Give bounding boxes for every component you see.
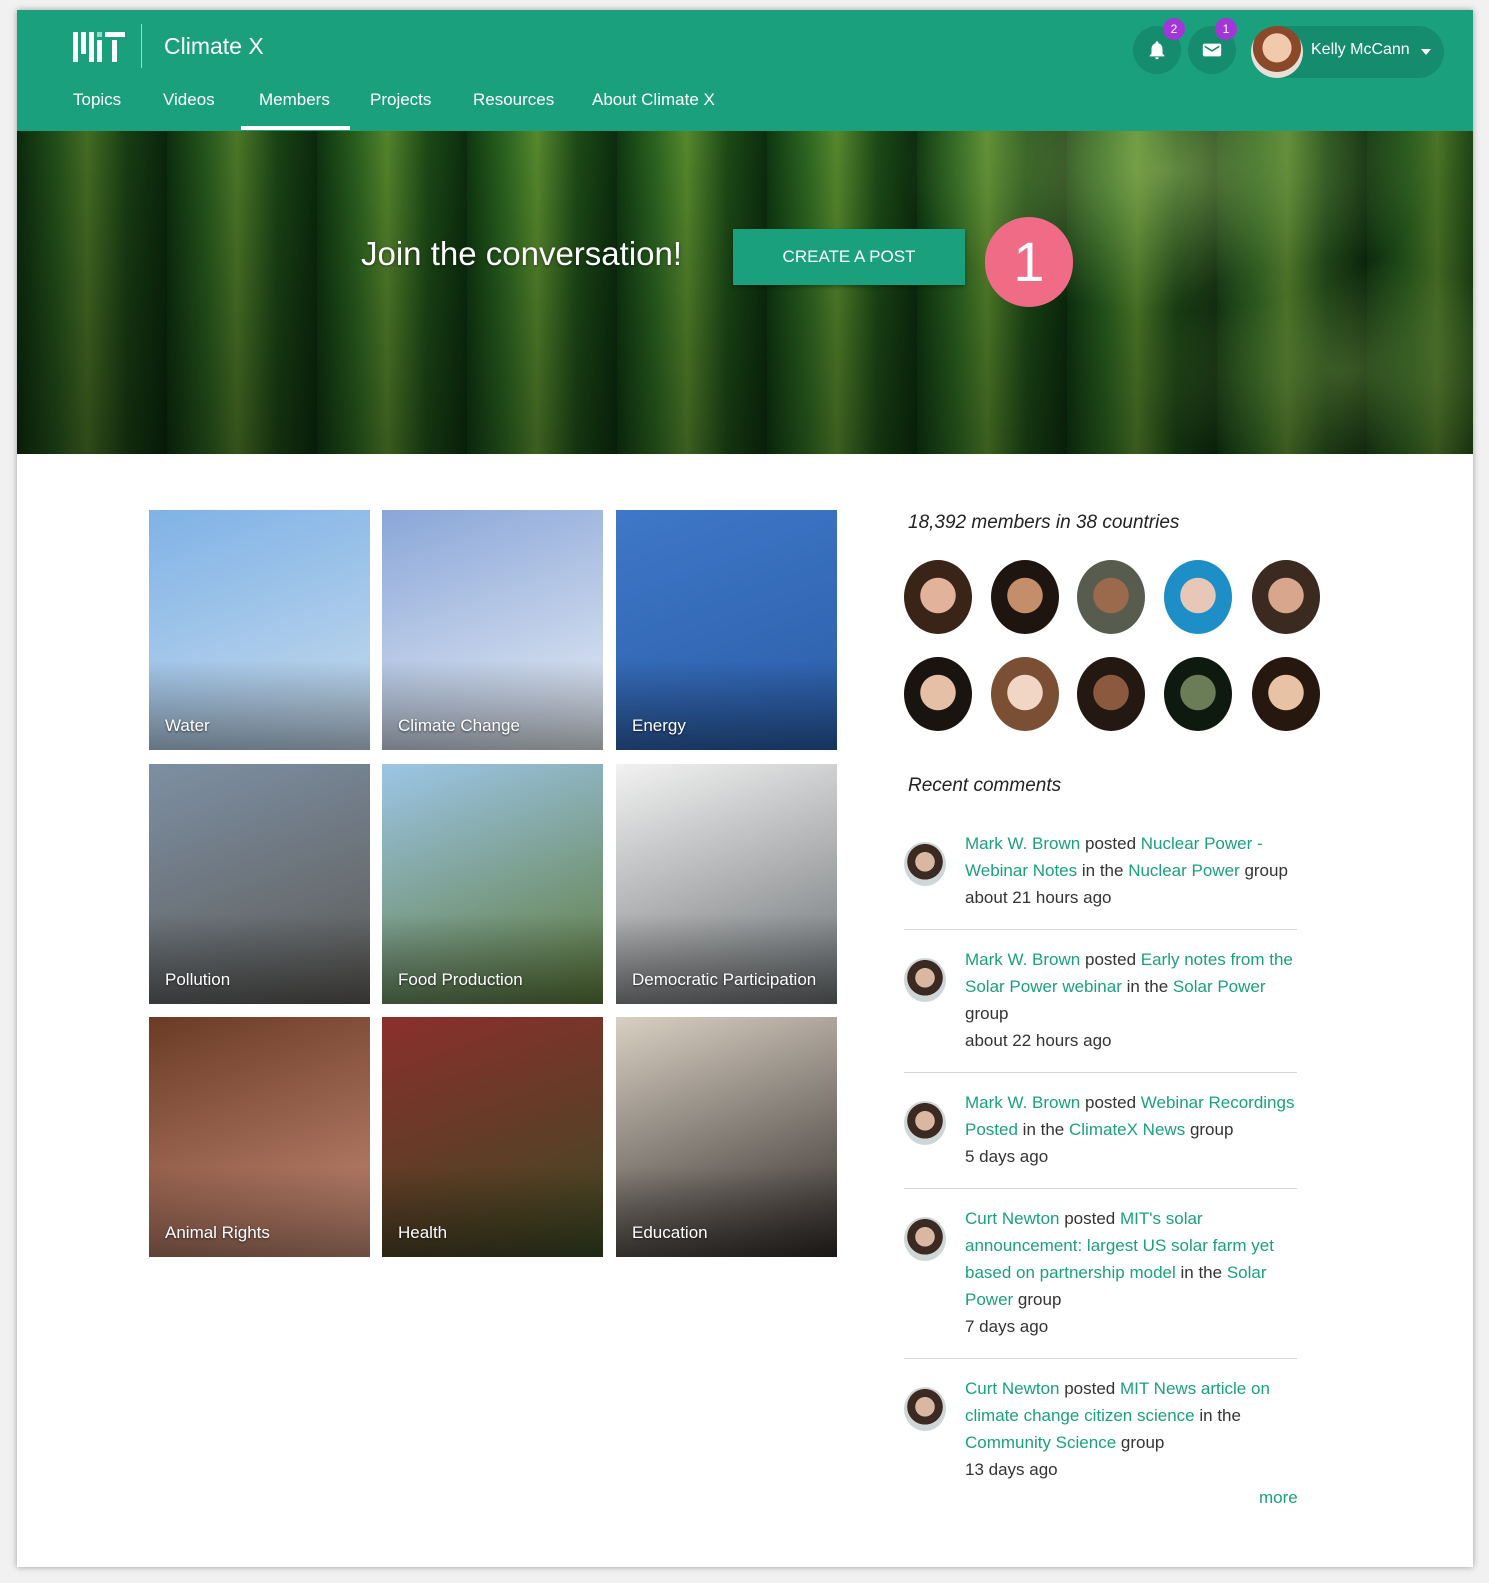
comment-time: 13 days ago xyxy=(965,1460,1058,1479)
hero-banner: Join the conversation! CREATE A POST 1 xyxy=(17,131,1473,454)
group-text: group xyxy=(1120,1433,1165,1452)
messages-button[interactable]: 1 xyxy=(1188,18,1237,74)
member-avatar[interactable] xyxy=(1252,657,1320,731)
topic-tile-democratic-participation[interactable]: Democratic Participation xyxy=(616,764,837,1004)
comment-text: Curt Newton posted MIT's solar announcem… xyxy=(965,1205,1295,1340)
nav-resources[interactable]: Resources xyxy=(473,90,554,110)
nav-projects[interactable]: Projects xyxy=(370,90,431,110)
comment-author-avatar[interactable] xyxy=(904,842,946,886)
posted-text: posted xyxy=(1084,1093,1137,1112)
page-frame: Climate X Topics Videos Members Projects… xyxy=(17,10,1473,1567)
posted-text: posted xyxy=(1064,1379,1116,1398)
topic-tile-label: Climate Change xyxy=(398,716,520,735)
chevron-down-icon xyxy=(1421,49,1431,55)
member-avatar[interactable] xyxy=(1252,560,1320,634)
comment-author-avatar[interactable] xyxy=(904,1217,946,1261)
comment-time: about 22 hours ago xyxy=(965,1031,1112,1050)
in-the-text: in the xyxy=(1126,977,1169,996)
comment-time: 7 days ago xyxy=(965,1317,1049,1336)
group-text: group xyxy=(1244,861,1288,880)
nav-videos[interactable]: Videos xyxy=(163,90,215,110)
app-title[interactable]: Climate X xyxy=(164,33,264,60)
posted-text: posted xyxy=(1064,1209,1116,1228)
in-the-text: in the xyxy=(1022,1120,1065,1139)
group-text: group xyxy=(1189,1120,1234,1139)
topic-tile-label: Food Production xyxy=(398,970,523,989)
hero-headline: Join the conversation! xyxy=(361,235,683,272)
topic-tile-food-production[interactable]: Food Production xyxy=(382,764,603,1004)
member-avatar[interactable] xyxy=(904,657,972,731)
topic-tile-climate-change[interactable]: Climate Change xyxy=(382,510,603,750)
topic-tile-education[interactable]: Education xyxy=(616,1017,837,1257)
member-avatar[interactable] xyxy=(1077,560,1145,634)
create-post-button[interactable]: CREATE A POST xyxy=(733,229,965,285)
member-avatar[interactable] xyxy=(904,560,972,634)
topic-tile-label: Energy xyxy=(632,716,686,735)
comment-author-link[interactable]: Mark W. Brown xyxy=(965,950,1080,969)
topic-tile-label: Education xyxy=(632,1223,708,1242)
comment-text: Mark W. Brown posted Webinar Recordings … xyxy=(965,1089,1295,1170)
topic-tile-label: Water xyxy=(165,716,210,735)
messages-badge: 1 xyxy=(1215,18,1237,40)
topic-tile-water[interactable]: Water xyxy=(149,510,370,750)
comment-text: Mark W. Brown posted Early notes from th… xyxy=(965,946,1295,1054)
member-avatar[interactable] xyxy=(991,657,1059,731)
comment-author-avatar[interactable] xyxy=(904,1101,946,1145)
comment-author-link[interactable]: Curt Newton xyxy=(965,1209,1059,1228)
comment-divider xyxy=(904,1188,1297,1189)
posted-text: posted xyxy=(1084,834,1137,853)
nav-topics[interactable]: Topics xyxy=(73,90,121,110)
nav-about[interactable]: About Climate X xyxy=(592,90,715,110)
bell-icon xyxy=(1149,41,1165,60)
comment-author-avatar[interactable] xyxy=(904,1387,946,1431)
member-avatar[interactable] xyxy=(1077,657,1145,731)
topic-tile-animal-rights[interactable]: Animal Rights xyxy=(149,1017,370,1257)
user-name: Kelly McCann xyxy=(1311,41,1410,58)
step-marker: 1 xyxy=(985,217,1073,307)
posted-text: posted xyxy=(1084,950,1137,969)
top-bar: Climate X Topics Videos Members Projects… xyxy=(17,10,1473,131)
comment-author-link[interactable]: Mark W. Brown xyxy=(965,834,1080,853)
comment-text: Curt Newton posted MIT News article on c… xyxy=(965,1375,1295,1483)
logo-divider xyxy=(141,24,142,68)
member-avatar[interactable] xyxy=(1164,657,1232,731)
comment-author-avatar[interactable] xyxy=(904,958,946,1002)
recent-comments-title: Recent comments xyxy=(908,775,1062,796)
comment-time: 5 days ago xyxy=(965,1147,1049,1166)
topic-tile-label: Animal Rights xyxy=(165,1223,270,1242)
comment-divider xyxy=(904,1358,1297,1359)
group-text: group xyxy=(965,1004,1009,1023)
comment-divider xyxy=(904,929,1297,930)
comment-group-link[interactable]: Solar Power xyxy=(1173,977,1266,996)
topic-tile-label: Health xyxy=(398,1223,448,1242)
in-the-text: in the xyxy=(1180,1263,1223,1282)
comment-divider xyxy=(904,1072,1297,1073)
notifications-button[interactable]: 2 xyxy=(1133,18,1185,74)
comment-text: Mark W. Brown posted Nuclear Power - Web… xyxy=(965,830,1295,911)
comment-author-link[interactable]: Curt Newton xyxy=(965,1379,1059,1398)
user-menu[interactable]: Kelly McCann xyxy=(1251,26,1444,78)
member-avatar[interactable] xyxy=(991,560,1059,634)
more-link[interactable]: more xyxy=(1259,1488,1298,1508)
comment-time: about 21 hours ago xyxy=(965,888,1112,907)
user-avatar xyxy=(1251,26,1303,78)
comment-group-link[interactable]: ClimateX News xyxy=(1069,1120,1185,1139)
nav-members[interactable]: Members xyxy=(241,90,350,130)
topic-tile-label: Democratic Participation xyxy=(632,970,817,989)
comment-group-link[interactable]: Nuclear Power xyxy=(1128,861,1240,880)
topic-tile-health[interactable]: Health xyxy=(382,1017,603,1257)
in-the-text: in the xyxy=(1199,1406,1241,1425)
comment-author-link[interactable]: Mark W. Brown xyxy=(965,1093,1080,1112)
mail-icon xyxy=(1202,43,1222,57)
mit-logo[interactable] xyxy=(73,32,125,62)
topic-tile-label: Pollution xyxy=(165,970,231,989)
topic-tile-energy[interactable]: Energy xyxy=(616,510,837,750)
members-summary: 18,392 members in 38 countries xyxy=(908,512,1180,533)
group-text: group xyxy=(1017,1290,1062,1309)
notifications-badge: 2 xyxy=(1163,18,1185,40)
in-the-text: in the xyxy=(1081,861,1124,880)
member-avatar[interactable] xyxy=(1164,560,1232,634)
comment-group-link[interactable]: Community Science xyxy=(965,1433,1116,1452)
topic-tile-pollution[interactable]: Pollution xyxy=(149,764,370,1004)
